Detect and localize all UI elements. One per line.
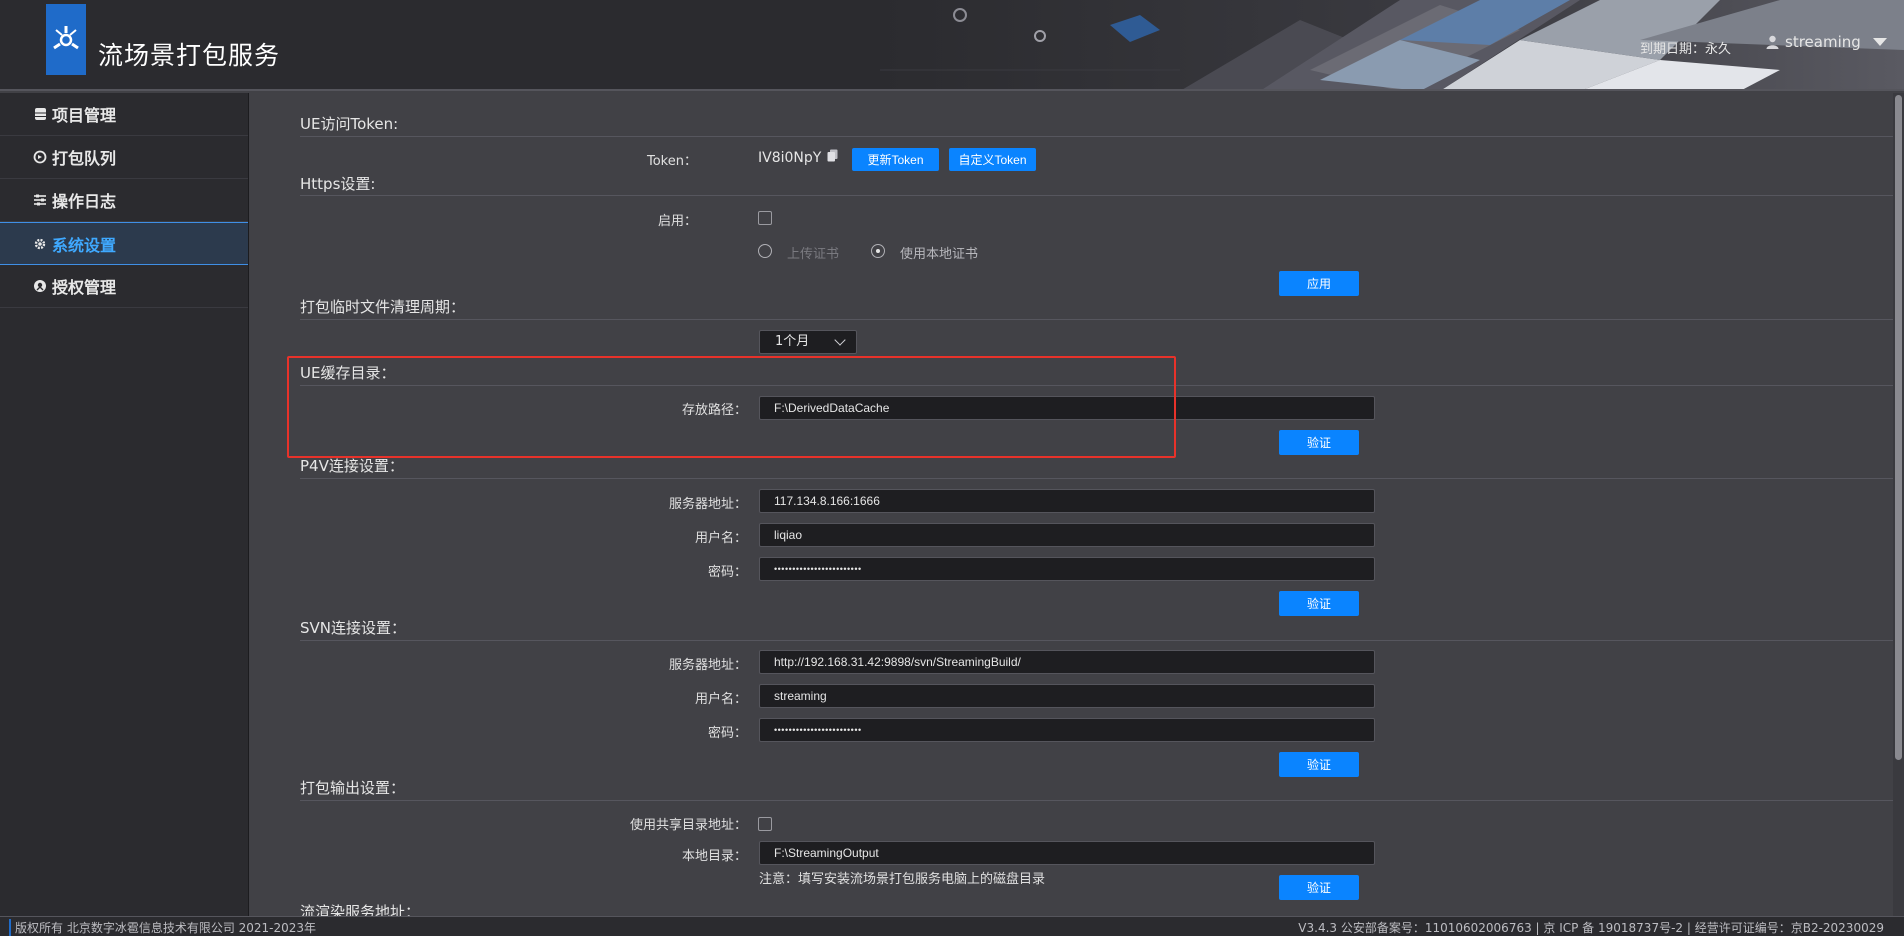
header-decoration (880, 0, 1904, 89)
scrollbar-thumb[interactable] (1895, 95, 1902, 760)
license-icon (32, 278, 48, 294)
svn-user-label: 用户名： (694, 692, 747, 707)
svn-verify-button[interactable]: 验证 (1279, 752, 1359, 777)
sidebar-item-projects[interactable]: 项目管理 (0, 93, 248, 136)
sliders-icon (32, 192, 48, 208)
divider (300, 640, 1894, 641)
sidebar-item-license[interactable]: 授权管理 (0, 265, 248, 308)
main-scrollbar[interactable] (1893, 93, 1904, 916)
svn-password-input[interactable]: •••••••••••••••••••••••• (759, 718, 1375, 742)
section-title-cleanup: 打包临时文件清理周期： (300, 298, 466, 316)
output-local-input[interactable]: F:\StreamingOutput (759, 841, 1375, 865)
user-icon (1766, 35, 1779, 49)
apply-button[interactable]: 应用 (1279, 271, 1359, 296)
cleanup-period-value: 1个月 (775, 334, 810, 349)
svn-server-label: 服务器地址： (668, 658, 747, 673)
sidebar-item-label: 项目管理 (52, 106, 117, 125)
p4v-user-input[interactable]: liqiao (759, 523, 1375, 547)
sidebar-item-settings[interactable]: 系统设置 (0, 222, 248, 265)
section-title-ue-cache: UE缓存目录： (300, 364, 396, 382)
svn-password-label: 密码： (707, 726, 747, 741)
radio-upload-cert[interactable] (758, 244, 772, 258)
section-title-https: Https设置: (300, 175, 376, 193)
sidebar-item-queue[interactable]: 打包队列 (0, 136, 248, 179)
gear-icon (32, 236, 48, 252)
output-shared-label: 使用共享目录地址： (629, 818, 747, 833)
token-label: Token： (647, 154, 697, 169)
p4v-server-input[interactable]: 117.134.8.166:1666 (759, 489, 1375, 513)
p4v-password-label: 密码： (707, 565, 747, 580)
sidebar-item-label: 打包队列 (52, 149, 117, 168)
logo-icon (53, 25, 79, 49)
p4v-user-label: 用户名： (694, 531, 747, 546)
token-value: IV8i0NpY (758, 149, 822, 166)
sidebar-item-label: 授权管理 (52, 278, 117, 297)
p4v-server-label: 服务器地址： (668, 497, 747, 512)
queue-icon (32, 149, 48, 165)
divider (300, 195, 1894, 196)
svn-user-input[interactable]: streaming (759, 684, 1375, 708)
divider (300, 385, 1894, 386)
section-title-token: UE访问Token: (300, 115, 399, 133)
ue-cache-path-label: 存放路径： (681, 403, 747, 418)
refresh-token-button[interactable]: 更新Token (852, 148, 939, 171)
output-shared-checkbox[interactable] (758, 817, 772, 831)
copy-icon[interactable] (827, 149, 838, 166)
https-enable-checkbox[interactable] (758, 211, 772, 225)
divider (300, 136, 1894, 137)
p4v-verify-button[interactable]: 验证 (1279, 591, 1359, 616)
user-menu[interactable]: streaming (1766, 33, 1887, 51)
p4v-password-input[interactable]: •••••••••••••••••••••••• (759, 557, 1375, 581)
cleanup-period-select[interactable]: 1个月 (759, 330, 857, 354)
database-icon (32, 106, 48, 122)
sidebar-item-label: 系统设置 (52, 235, 117, 255)
svn-server-input[interactable]: http://192.168.31.42:9898/svn/StreamingB… (759, 650, 1375, 674)
output-verify-button[interactable]: 验证 (1279, 875, 1359, 900)
app-logo (46, 4, 86, 75)
token-value-wrap: IV8i0NpY (758, 149, 838, 166)
divider (300, 478, 1894, 479)
https-enable-label: 启用： (657, 214, 697, 229)
ue-cache-verify-button[interactable]: 验证 (1279, 430, 1359, 455)
section-title-svn: SVN连接设置： (300, 619, 407, 637)
username: streaming (1785, 33, 1861, 51)
radio-local-cert-label: 使用本地证书 (900, 247, 979, 262)
expire-date: 到期日期：永久 (1640, 42, 1732, 57)
chevron-down-icon (834, 334, 846, 346)
custom-token-button[interactable]: 自定义Token (949, 148, 1036, 171)
chevron-down-icon (1872, 38, 1887, 46)
section-title-render: 流渲染服务地址： (300, 903, 421, 916)
divider (300, 800, 1894, 801)
top-header: 流场景打包服务 到期日期：永久 streaming (0, 0, 1904, 91)
ue-cache-path-input[interactable]: F:\DerivedDataCache (759, 396, 1375, 420)
divider (300, 319, 1894, 320)
app-title: 流场景打包服务 (98, 41, 281, 70)
settings-panel: UE访问Token: Token： IV8i0NpY 更新Token 自定义To… (250, 93, 1894, 916)
sidebar-item-label: 操作日志 (52, 192, 117, 211)
section-title-p4v: P4V连接设置： (300, 457, 404, 475)
output-note: 注意：填写安装流场景打包服务电脑上的磁盘目录 (759, 872, 1046, 887)
output-local-label: 本地目录： (681, 849, 747, 864)
sidebar: 项目管理 打包队列 操作日志 系统设置 授权管理 (0, 93, 249, 916)
footer-license: V3.4.3 公安部备案号：11010602006763 | 京 ICP 备 1… (1298, 921, 1884, 935)
footer: 版权所有 北京数字冰雹信息技术有限公司 2021-2023年 V3.4.3 公安… (0, 916, 1904, 936)
footer-copyright: 版权所有 北京数字冰雹信息技术有限公司 2021-2023年 (9, 919, 316, 936)
radio-upload-cert-label: 上传证书 (787, 247, 840, 262)
sidebar-item-logs[interactable]: 操作日志 (0, 179, 248, 222)
radio-local-cert[interactable] (871, 244, 885, 258)
section-title-output: 打包输出设置： (300, 779, 406, 797)
